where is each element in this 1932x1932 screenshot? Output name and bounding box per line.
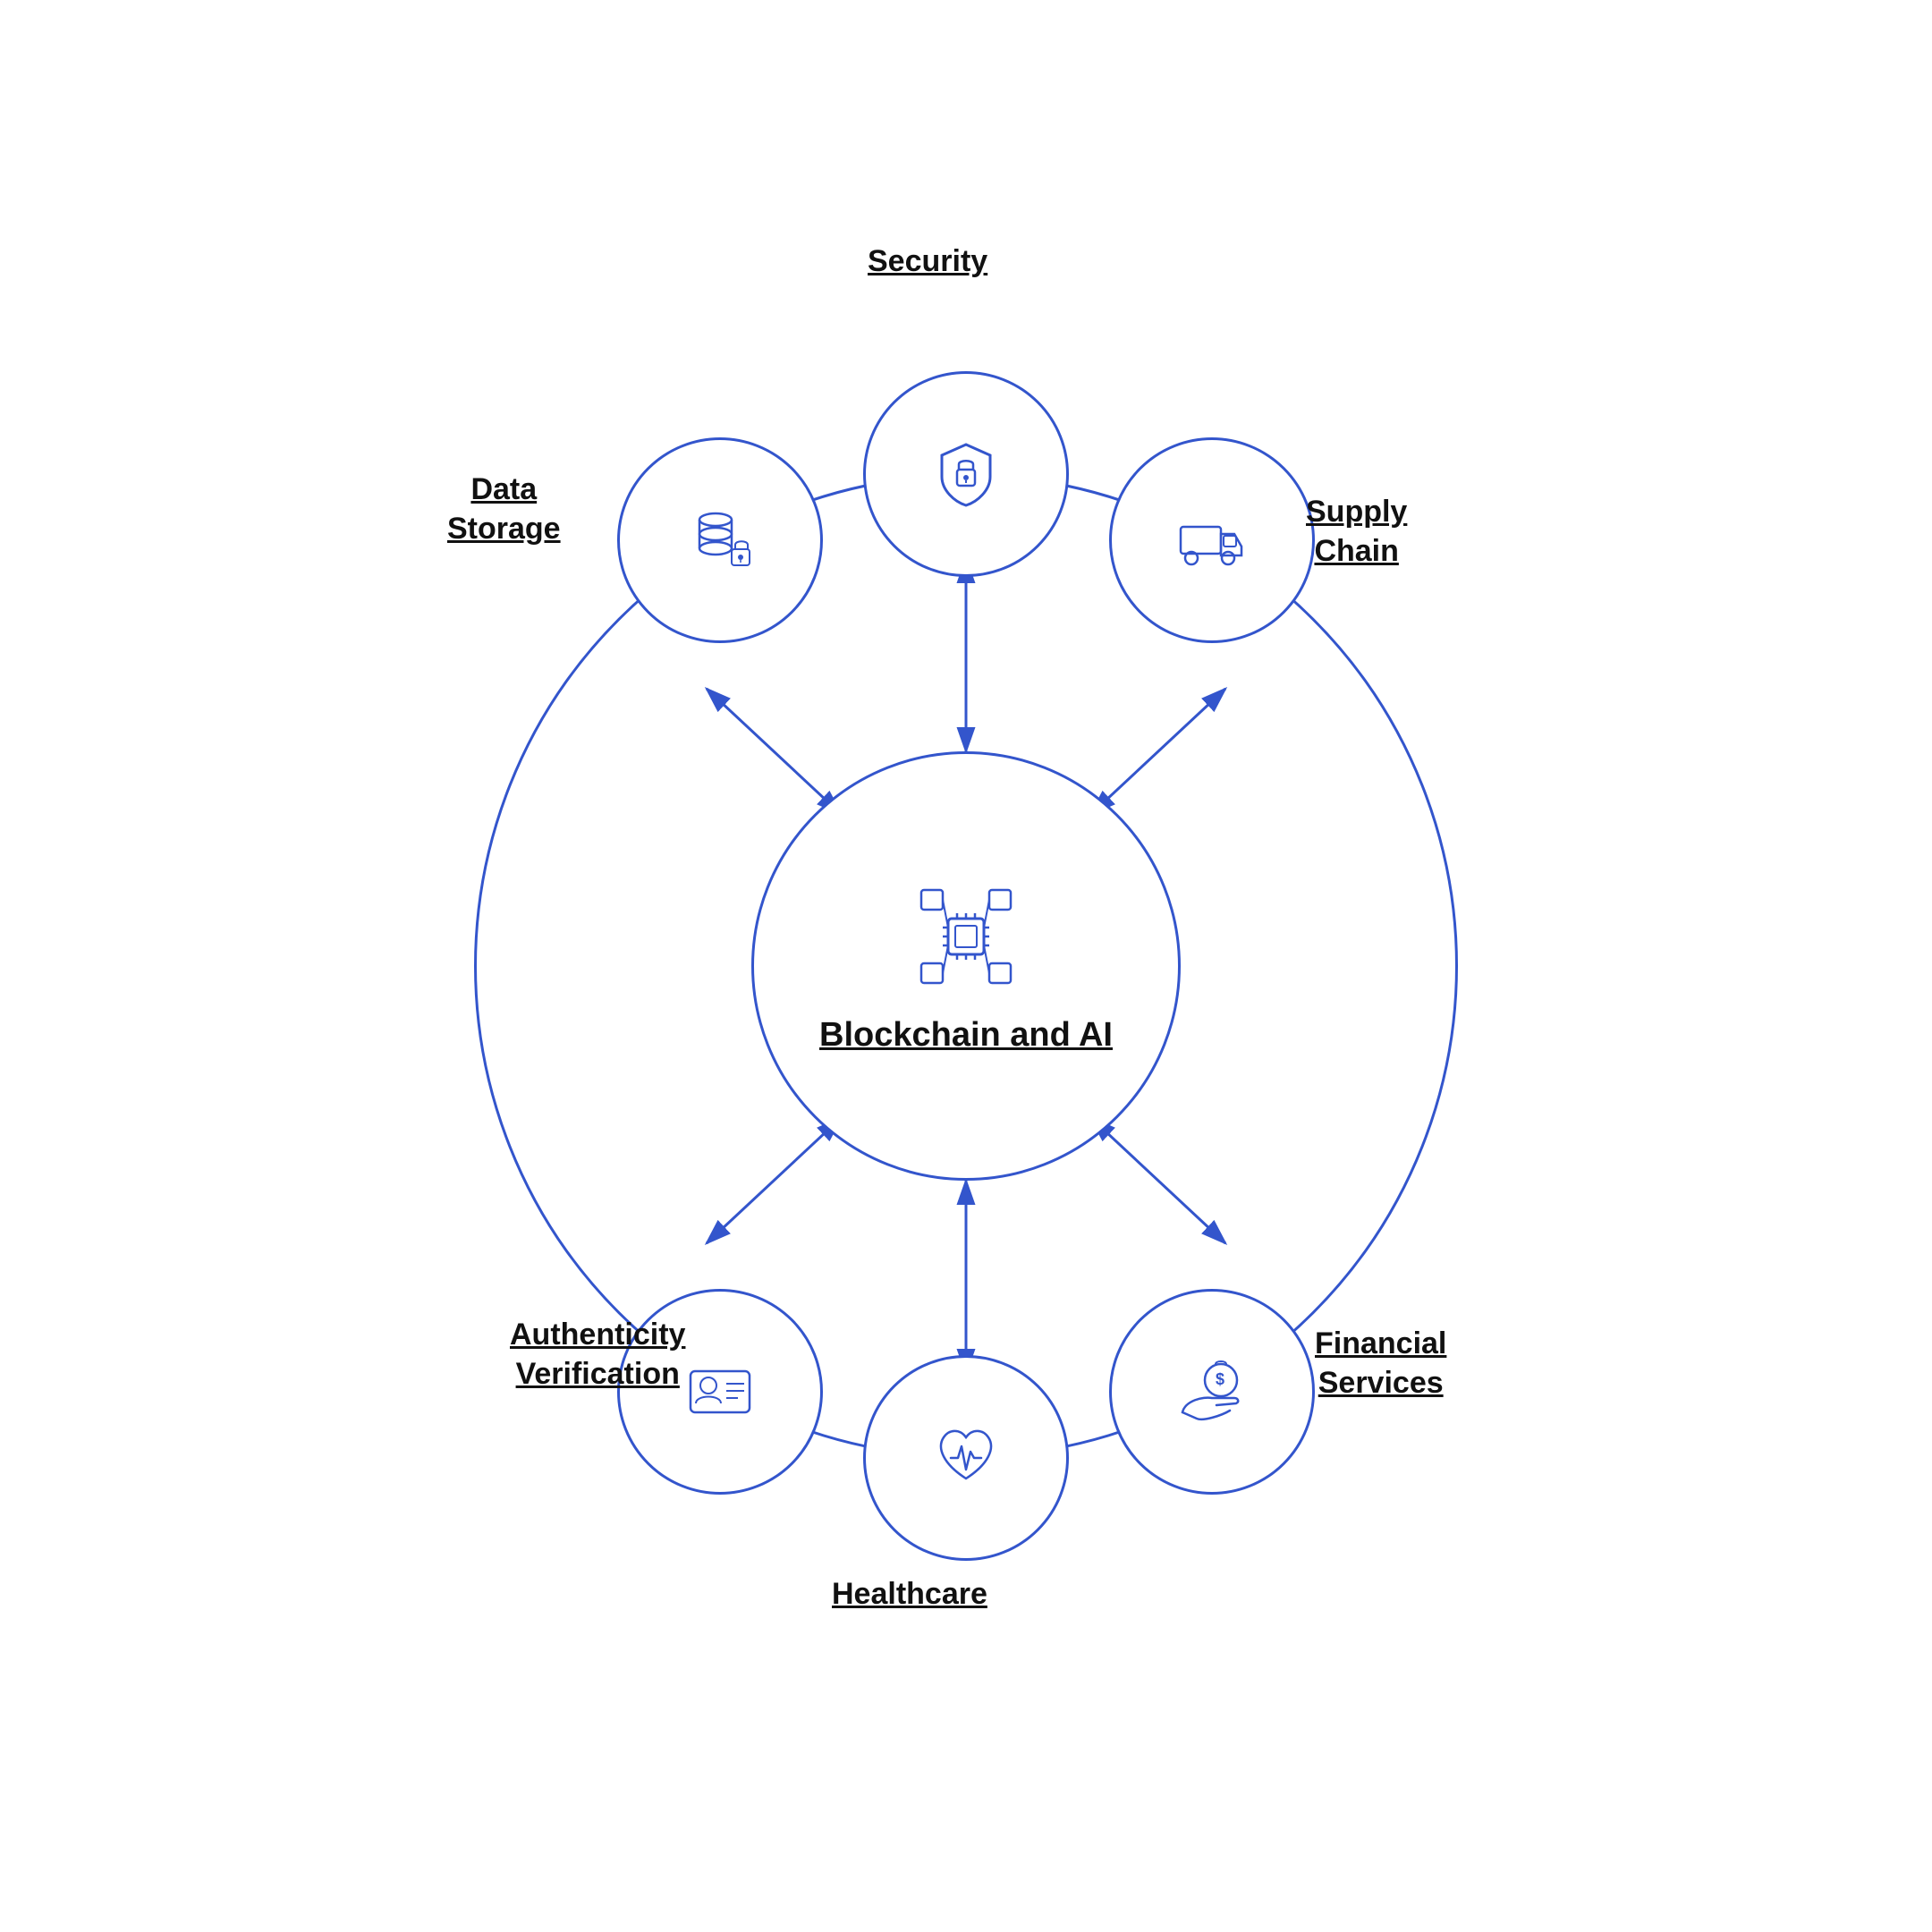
security-icon xyxy=(926,434,1006,514)
financial-services-icon: $ xyxy=(1172,1352,1252,1432)
data-storage-icon xyxy=(680,500,760,580)
healthcare-icon xyxy=(926,1418,1006,1498)
security-label: Security xyxy=(868,242,987,281)
supply-chain-label: SupplyChain xyxy=(1306,492,1407,571)
supply-chain-node xyxy=(1109,437,1315,643)
financial-services-label: FinancialServices xyxy=(1315,1324,1446,1402)
financial-services-node: $ xyxy=(1109,1289,1315,1495)
security-node xyxy=(863,371,1069,577)
authenticity-icon xyxy=(680,1352,760,1432)
diagram-container: Blockchain and AI Security SupplyChain xyxy=(250,161,1682,1771)
blockchain-ai-icon xyxy=(903,874,1029,999)
authenticity-verification-label: AuthenticityVerification xyxy=(510,1315,685,1394)
supply-chain-icon xyxy=(1172,500,1252,580)
svg-text:$: $ xyxy=(1216,1370,1224,1388)
center-circle: Blockchain and AI xyxy=(751,751,1181,1181)
data-storage-label: DataStorage xyxy=(447,470,561,548)
healthcare-label: Healthcare xyxy=(832,1574,987,1614)
center-label: Blockchain and AI xyxy=(819,1013,1113,1057)
healthcare-node xyxy=(863,1355,1069,1561)
data-storage-node xyxy=(617,437,823,643)
